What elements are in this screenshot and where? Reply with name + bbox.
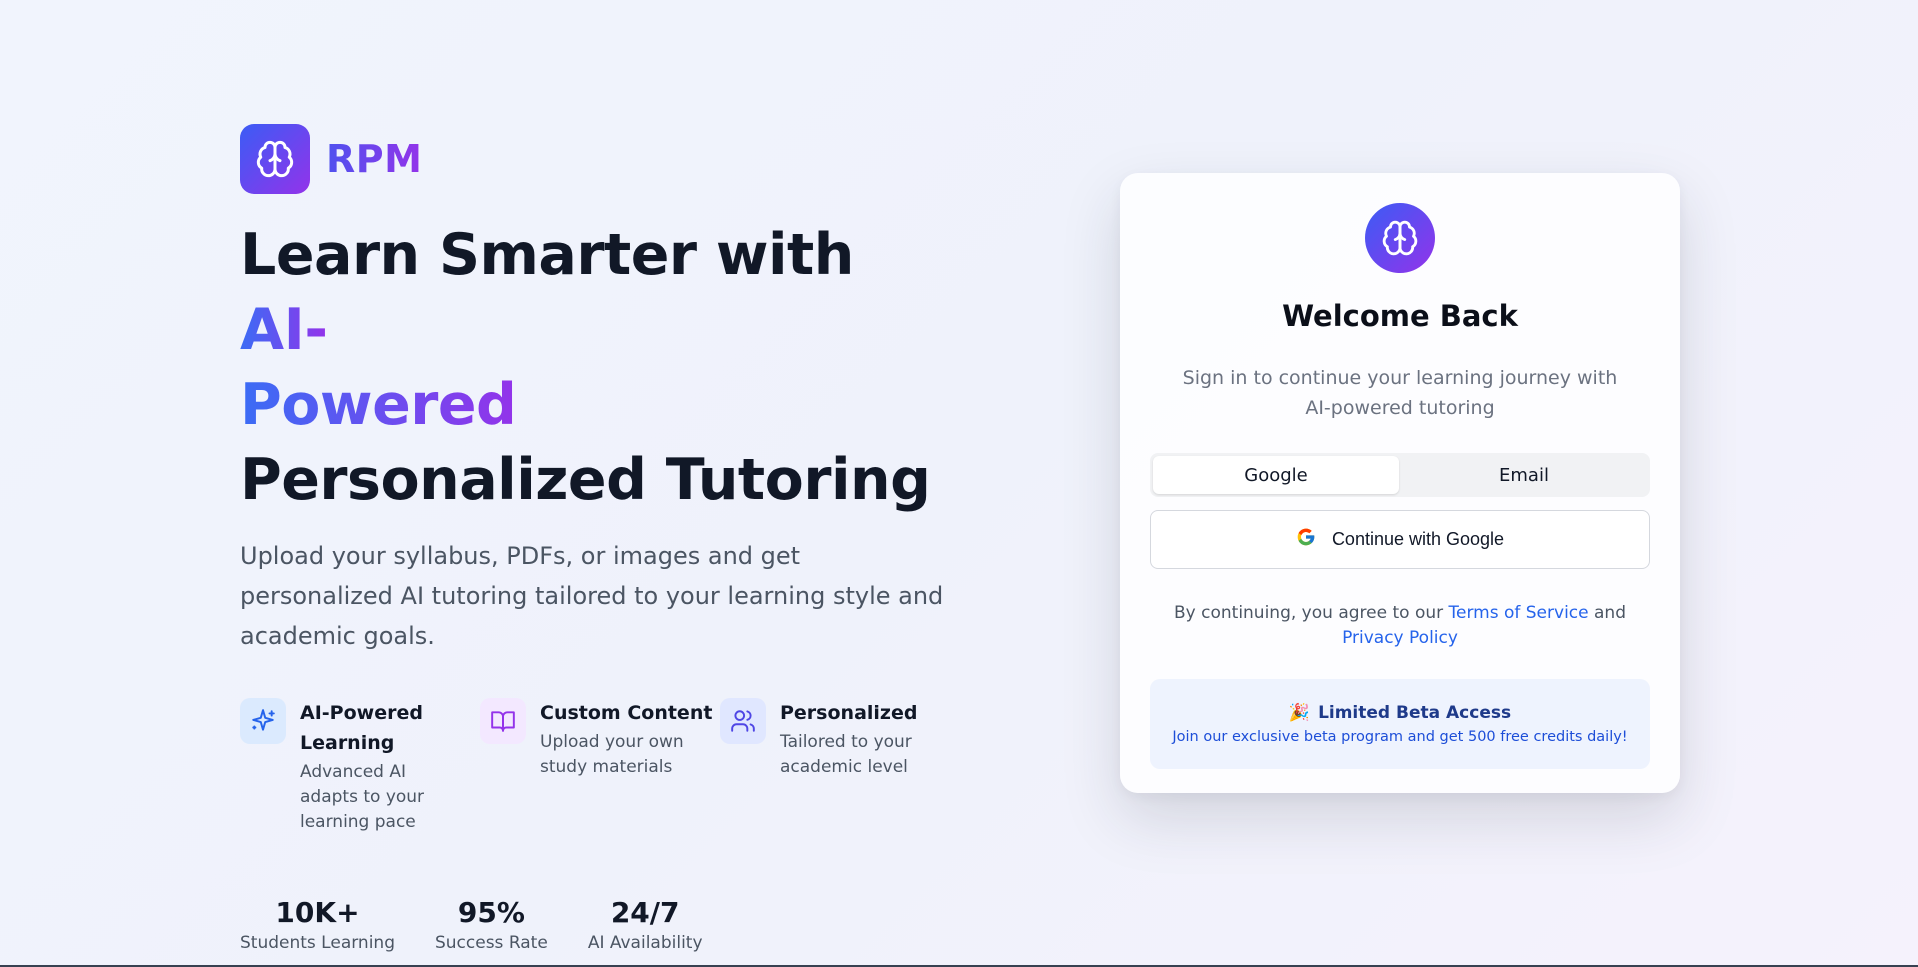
users-icon <box>720 698 766 744</box>
brand[interactable]: RPM <box>240 124 960 194</box>
feature-desc: Advanced AI adapts to your learning pace <box>300 762 425 832</box>
brand-name: RPM <box>326 137 423 181</box>
feature-title: AI-Powered Learning <box>300 702 423 754</box>
stat-success-rate: 95% Success Rate <box>435 895 548 955</box>
login-title: Welcome Back <box>1282 299 1518 333</box>
book-open-icon <box>480 698 526 744</box>
feature-desc: Upload your own study materials <box>540 732 684 777</box>
feature-ai-powered: AI-Powered Learning Advanced AI adapts t… <box>240 698 480 835</box>
brain-icon <box>240 124 310 194</box>
page-title: Learn Smarter with AI- Powered Personali… <box>240 218 960 518</box>
headline-highlight-1: AI- <box>240 297 328 363</box>
hero-section: RPM Learn Smarter with AI- Powered Perso… <box>240 124 960 955</box>
terms-and: and <box>1588 603 1626 623</box>
stats-row: 10K+ Students Learning 95% Success Rate … <box>240 895 960 955</box>
terms-prefix: By continuing, you agree to our <box>1174 603 1449 623</box>
privacy-policy-link[interactable]: Privacy Policy <box>1342 628 1458 648</box>
feature-title: Custom Content <box>540 702 713 724</box>
stat-label: Students Learning <box>240 933 395 953</box>
stat-label: AI Availability <box>587 933 703 953</box>
beta-banner: 🎉 Limited Beta Access Join our exclusive… <box>1150 679 1650 769</box>
hero-subhead: Upload your syllabus, PDFs, or images an… <box>240 542 944 650</box>
tab-email[interactable]: Email <box>1401 456 1647 494</box>
stat-value: 95% <box>457 896 525 929</box>
headline-text-2: Personalized Tutoring <box>240 447 931 513</box>
continue-with-google-button[interactable]: Continue with Google <box>1150 510 1650 569</box>
party-popper-icon: 🎉 <box>1288 703 1311 723</box>
brain-icon <box>1365 203 1435 273</box>
google-button-label: Continue with Google <box>1331 529 1505 549</box>
headline-text-1: Learn Smarter with <box>240 222 854 288</box>
tab-google[interactable]: Google <box>1153 456 1399 494</box>
login-card: Welcome Back Sign in to continue your le… <box>1120 173 1680 793</box>
feature-list: AI-Powered Learning Advanced AI adapts t… <box>240 698 960 835</box>
headline-highlight-2: Powered <box>240 372 517 438</box>
beta-title-text: Limited Beta Access <box>1318 703 1512 723</box>
login-subtitle: Sign in to continue your learning journe… <box>1182 367 1618 419</box>
feature-title: Personalized <box>780 702 918 724</box>
beta-title: 🎉 Limited Beta Access <box>1289 703 1511 723</box>
stat-value: 24/7 <box>610 896 680 929</box>
stat-students: 10K+ Students Learning <box>240 895 395 955</box>
sparkles-icon <box>240 698 286 744</box>
stat-availability: 24/7 AI Availability <box>588 895 703 955</box>
stat-value: 10K+ <box>275 896 360 929</box>
feature-personalized: Personalized Tailored to your academic l… <box>720 698 960 835</box>
feature-custom-content: Custom Content Upload your own study mat… <box>480 698 720 835</box>
google-icon <box>1296 527 1316 552</box>
beta-description: Join our exclusive beta program and get … <box>1172 729 1628 745</box>
terms-notice: By continuing, you agree to our Terms of… <box>1155 601 1645 651</box>
terms-of-service-link[interactable]: Terms of Service <box>1449 603 1589 623</box>
auth-tabs: Google Email <box>1150 453 1650 497</box>
stat-label: Success Rate <box>434 933 548 953</box>
feature-desc: Tailored to your academic level <box>780 732 912 777</box>
